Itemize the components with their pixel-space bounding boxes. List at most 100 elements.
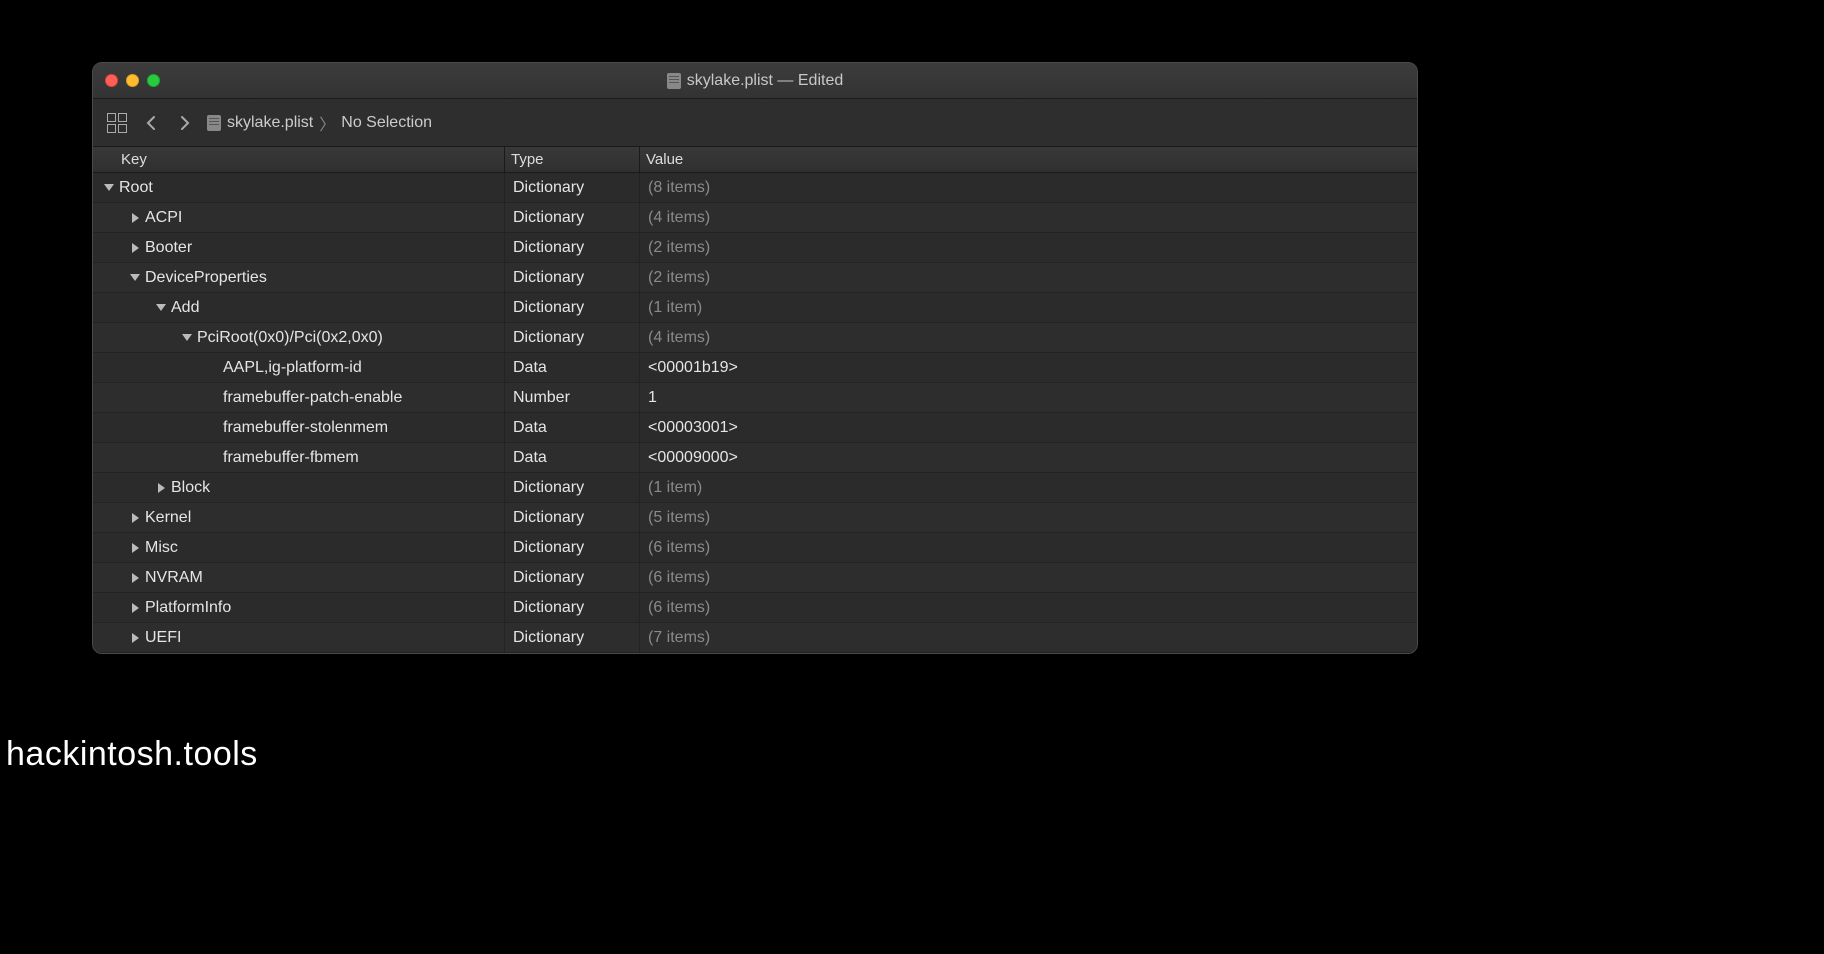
type-cell[interactable]: Dictionary — [505, 473, 640, 502]
type-cell[interactable]: Dictionary — [505, 293, 640, 322]
column-header-key[interactable]: Key — [93, 147, 505, 172]
chevron-left-icon — [144, 115, 158, 131]
key-text: ACPI — [145, 209, 182, 227]
breadcrumb-file[interactable]: skylake.plist — [227, 114, 313, 132]
value-cell[interactable]: (7 items) — [640, 623, 1417, 652]
key-text: Root — [119, 179, 153, 197]
disclosure-triangle-icon[interactable] — [129, 212, 141, 224]
key-cell[interactable]: framebuffer-fbmem — [93, 443, 505, 472]
minimize-button[interactable] — [126, 74, 139, 87]
key-cell[interactable]: AAPL,ig-platform-id — [93, 353, 505, 382]
key-cell[interactable]: DeviceProperties — [93, 263, 505, 292]
table-row[interactable]: framebuffer-patch-enableNumber1 — [93, 383, 1417, 413]
key-cell[interactable]: Add — [93, 293, 505, 322]
type-cell[interactable]: Dictionary — [505, 503, 640, 532]
table-row[interactable]: NVRAMDictionary(6 items) — [93, 563, 1417, 593]
key-cell[interactable]: Block — [93, 473, 505, 502]
value-cell[interactable]: <00009000> — [640, 443, 1417, 472]
plist-editor-window: skylake.plist — Edited skylake.plist 〉 N… — [92, 62, 1418, 654]
table-row[interactable]: Kernel Dictionary(5 items) — [93, 503, 1417, 533]
disclosure-triangle-icon[interactable] — [129, 512, 141, 524]
key-cell[interactable]: ACPI — [93, 203, 505, 232]
value-cell[interactable]: (6 items) — [640, 593, 1417, 622]
value-cell[interactable]: (2 items) — [640, 233, 1417, 262]
table-row[interactable]: PciRoot(0x0)/Pci(0x2,0x0)Dictionary(4 it… — [93, 323, 1417, 353]
table-row[interactable]: framebuffer-fbmemData<00009000> — [93, 443, 1417, 473]
disclosure-triangle-icon[interactable] — [129, 272, 141, 284]
breadcrumb[interactable]: skylake.plist 〉 No Selection — [207, 111, 432, 135]
key-cell[interactable]: PciRoot(0x0)/Pci(0x2,0x0) — [93, 323, 505, 352]
key-text: Kernel — [145, 509, 191, 527]
type-cell[interactable]: Dictionary — [505, 533, 640, 562]
close-button[interactable] — [105, 74, 118, 87]
type-cell[interactable]: Dictionary — [505, 233, 640, 262]
forward-button[interactable] — [173, 111, 197, 135]
table-row[interactable]: BooterDictionary(2 items) — [93, 233, 1417, 263]
disclosure-triangle-icon[interactable] — [129, 542, 141, 554]
table-row[interactable]: framebuffer-stolenmemData<00003001> — [93, 413, 1417, 443]
key-cell[interactable]: PlatformInfo — [93, 593, 505, 622]
value-cell[interactable]: (4 items) — [640, 323, 1417, 352]
back-button[interactable] — [139, 111, 163, 135]
disclosure-triangle-icon — [207, 422, 219, 434]
maximize-button[interactable] — [147, 74, 160, 87]
value-cell[interactable]: <00003001> — [640, 413, 1417, 442]
value-cell[interactable]: (4 items) — [640, 203, 1417, 232]
type-cell[interactable]: Dictionary — [505, 173, 640, 202]
table-row[interactable]: ACPI Dictionary(4 items) — [93, 203, 1417, 233]
plist-rows: RootDictionary(8 items)ACPIDictionary(4 … — [93, 173, 1417, 653]
sections-button[interactable] — [105, 111, 129, 135]
key-cell[interactable]: framebuffer-stolenmem — [93, 413, 505, 442]
table-row[interactable]: UEFIDictionary(7 items) — [93, 623, 1417, 653]
disclosure-triangle-icon[interactable] — [103, 182, 115, 194]
value-cell[interactable]: (2 items) — [640, 263, 1417, 292]
value-cell[interactable]: (1 item) — [640, 473, 1417, 502]
key-cell[interactable]: Booter — [93, 233, 505, 262]
type-cell[interactable]: Data — [505, 413, 640, 442]
disclosure-triangle-icon[interactable] — [129, 572, 141, 584]
disclosure-triangle-icon — [207, 452, 219, 464]
value-cell[interactable]: <00001b19> — [640, 353, 1417, 382]
table-row[interactable]: DeviceProperties Dictionary(2 items) — [93, 263, 1417, 293]
key-cell[interactable]: UEFI — [93, 623, 505, 652]
type-cell[interactable]: Dictionary — [505, 623, 640, 652]
disclosure-triangle-icon[interactable] — [129, 602, 141, 614]
key-text: Add — [171, 299, 199, 317]
key-cell[interactable]: NVRAM — [93, 563, 505, 592]
value-cell[interactable]: (6 items) — [640, 533, 1417, 562]
key-cell[interactable]: Misc — [93, 533, 505, 562]
type-cell[interactable]: Data — [505, 353, 640, 382]
value-cell[interactable]: (1 item) — [640, 293, 1417, 322]
key-text: DeviceProperties — [145, 269, 267, 287]
type-cell[interactable]: Number — [505, 383, 640, 412]
value-cell[interactable]: (6 items) — [640, 563, 1417, 592]
disclosure-triangle-icon[interactable] — [129, 632, 141, 644]
key-cell[interactable]: framebuffer-patch-enable — [93, 383, 505, 412]
key-cell[interactable]: Root — [93, 173, 505, 202]
type-cell[interactable]: Dictionary — [505, 263, 640, 292]
type-cell[interactable]: Dictionary — [505, 323, 640, 352]
table-row[interactable]: MiscDictionary(6 items) — [93, 533, 1417, 563]
type-cell[interactable]: Dictionary — [505, 593, 640, 622]
table-row[interactable]: Add Dictionary(1 item) — [93, 293, 1417, 323]
table-row[interactable]: Root Dictionary(8 items) — [93, 173, 1417, 203]
disclosure-triangle-icon[interactable] — [181, 332, 193, 344]
table-row[interactable]: PlatformInfoDictionary(6 items) — [93, 593, 1417, 623]
type-cell[interactable]: Dictionary — [505, 563, 640, 592]
column-header-type[interactable]: Type — [505, 147, 640, 172]
titlebar[interactable]: skylake.plist — Edited — [93, 63, 1417, 99]
table-row[interactable]: Block Dictionary(1 item) — [93, 473, 1417, 503]
disclosure-triangle-icon[interactable] — [155, 482, 167, 494]
disclosure-triangle-icon[interactable] — [129, 242, 141, 254]
key-text: Block — [171, 479, 210, 497]
window-title-text: skylake.plist — Edited — [687, 72, 844, 90]
value-cell[interactable]: (5 items) — [640, 503, 1417, 532]
table-row[interactable]: AAPL,ig-platform-idData<00001b19> — [93, 353, 1417, 383]
type-cell[interactable]: Data — [505, 443, 640, 472]
value-cell[interactable]: (8 items) — [640, 173, 1417, 202]
key-cell[interactable]: Kernel — [93, 503, 505, 532]
type-cell[interactable]: Dictionary — [505, 203, 640, 232]
column-header-value[interactable]: Value — [640, 147, 1417, 172]
value-cell[interactable]: 1 — [640, 383, 1417, 412]
disclosure-triangle-icon[interactable] — [155, 302, 167, 314]
